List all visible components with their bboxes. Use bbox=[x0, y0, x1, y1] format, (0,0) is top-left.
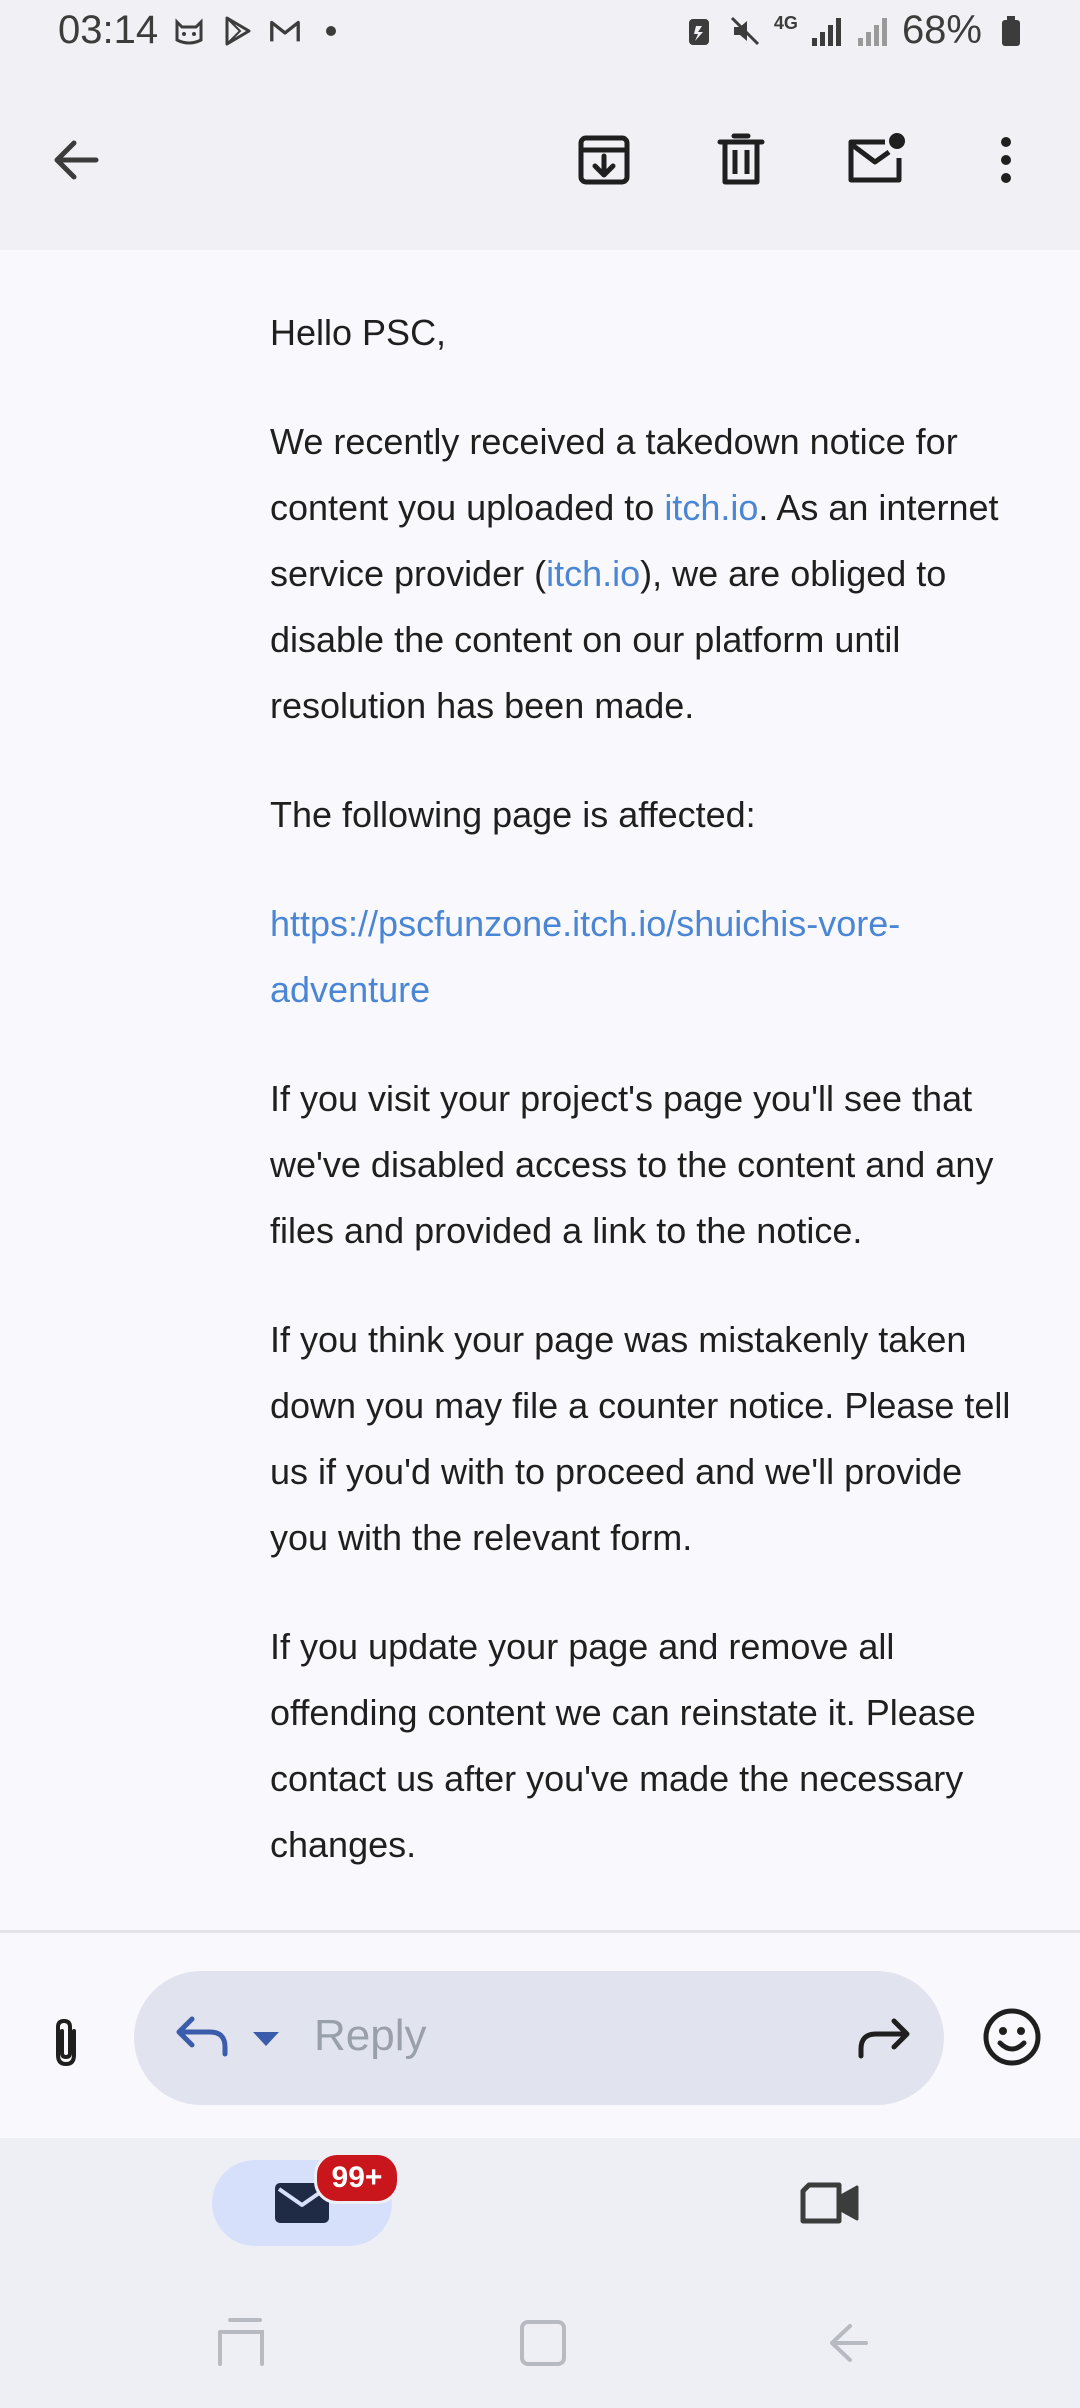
status-left: 03:14 bbox=[58, 8, 337, 53]
recents-icon bbox=[218, 2318, 264, 2366]
archive-icon bbox=[578, 135, 630, 185]
back-button[interactable] bbox=[38, 122, 114, 198]
play-store-icon bbox=[220, 14, 254, 48]
recent-apps-button[interactable] bbox=[206, 2308, 276, 2378]
smiley-icon bbox=[983, 2008, 1041, 2066]
system-back-icon bbox=[830, 2324, 868, 2362]
reply-type-dropdown[interactable] bbox=[250, 2023, 282, 2055]
paperclip-icon bbox=[56, 2018, 76, 2067]
reply-button[interactable] bbox=[170, 2004, 234, 2068]
email-paragraph-takedown: We recently received a takedown notice f… bbox=[270, 409, 1020, 739]
mute-icon bbox=[728, 14, 762, 48]
mark-unread-button[interactable] bbox=[838, 122, 914, 198]
more-options-button[interactable] bbox=[968, 122, 1044, 198]
gmail-icon bbox=[268, 14, 302, 48]
system-navigation-bar bbox=[0, 2278, 1080, 2408]
status-time: 03:14 bbox=[58, 8, 159, 52]
reply-placeholder: Reply bbox=[314, 2011, 427, 2060]
sync-battery-icon bbox=[682, 14, 716, 48]
back-arrow-icon bbox=[54, 140, 99, 180]
email-paragraph-visit: If you visit your project's page you'll … bbox=[270, 1078, 994, 1251]
status-right: 4G 68% bbox=[682, 8, 1028, 53]
affected-page-link[interactable]: https://pscfunzone.itch.io/shuichis-vore… bbox=[270, 903, 900, 1010]
app-bar bbox=[0, 70, 1080, 250]
more-notifications-dot-icon bbox=[326, 25, 337, 36]
archive-button[interactable] bbox=[566, 122, 642, 198]
system-back-button[interactable] bbox=[810, 2308, 880, 2378]
reply-bar: Reply bbox=[0, 1933, 1080, 2138]
reply-arrow-icon bbox=[176, 2016, 228, 2057]
reply-field[interactable]: Reply bbox=[134, 1971, 944, 2105]
email-message: Hello PSC, We recently received a takedo… bbox=[270, 300, 1020, 1921]
video-camera-icon bbox=[800, 2182, 859, 2224]
email-body: Hello PSC, We recently received a takedo… bbox=[0, 250, 1080, 1930]
more-vert-icon bbox=[1001, 137, 1011, 183]
cat-app-icon bbox=[172, 14, 206, 48]
email-paragraph-counter-notice: If you think your page was mistakenly ta… bbox=[270, 1319, 1011, 1558]
trash-icon bbox=[717, 133, 765, 185]
mark-unread-icon bbox=[848, 133, 905, 183]
battery-percent: 68% bbox=[901, 8, 982, 52]
signal-weak-icon bbox=[856, 14, 890, 48]
email-affected-label: The following page is affected: bbox=[270, 794, 756, 835]
forward-button[interactable] bbox=[852, 2006, 916, 2070]
network-type-label: 4G bbox=[773, 13, 798, 33]
itch-io-link[interactable]: itch.io bbox=[664, 487, 758, 528]
bottom-navigation: 99+ bbox=[0, 2138, 1080, 2278]
status-bar: 03:14 4G 68% bbox=[0, 0, 1080, 70]
attach-button[interactable] bbox=[36, 2013, 96, 2073]
email-paragraph-reinstate: If you update your page and remove all o… bbox=[270, 1626, 976, 1865]
email-greeting: Hello PSC, bbox=[270, 312, 447, 353]
forward-arrow-icon bbox=[858, 2018, 910, 2059]
unread-count-badge: 99+ bbox=[314, 2152, 400, 2204]
chevron-down-icon bbox=[253, 2032, 279, 2046]
home-button[interactable] bbox=[508, 2308, 578, 2378]
delete-button[interactable] bbox=[703, 122, 779, 198]
itch-io-link[interactable]: itch.io bbox=[546, 553, 640, 594]
meet-tab[interactable] bbox=[740, 2160, 920, 2246]
home-square-icon bbox=[520, 2320, 566, 2366]
email-affected-url-line: https://pscfunzone.itch.io/shuichis-vore… bbox=[270, 891, 1020, 1023]
emoji-reaction-button[interactable] bbox=[978, 2003, 1046, 2071]
mail-tab[interactable]: 99+ bbox=[212, 2152, 400, 2246]
battery-icon bbox=[994, 14, 1028, 48]
signal-strength-icon bbox=[810, 14, 844, 48]
